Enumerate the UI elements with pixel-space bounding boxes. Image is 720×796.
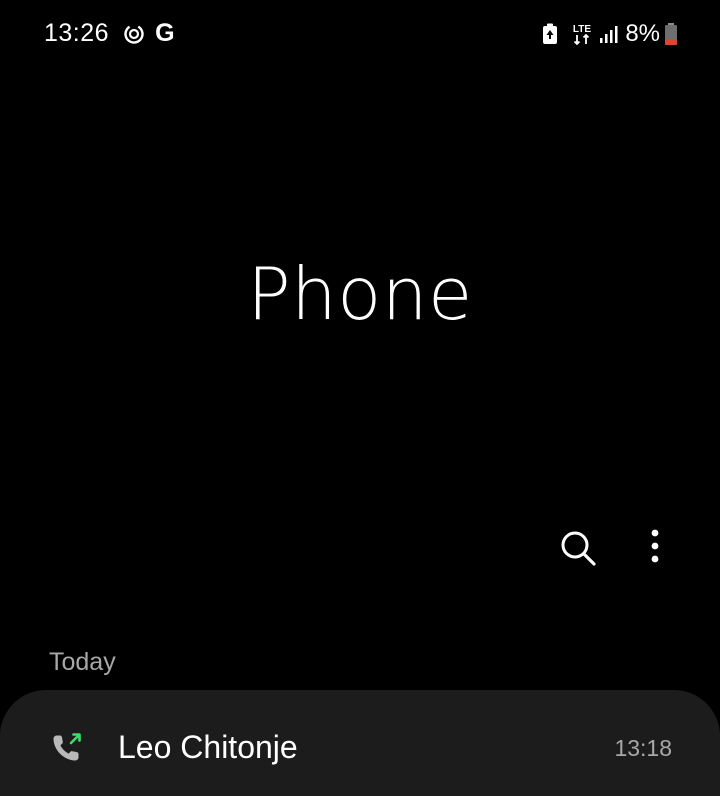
lte-label: LTE bbox=[573, 24, 591, 35]
lte-icon: LTE bbox=[571, 22, 593, 46]
more-options-button[interactable] bbox=[632, 524, 680, 572]
section-header-today: Today bbox=[49, 648, 116, 676]
battery-saver-icon bbox=[541, 23, 559, 45]
battery-icon bbox=[664, 22, 678, 46]
outgoing-call-icon bbox=[50, 730, 84, 764]
status-bar-left: 13:26 G bbox=[44, 19, 175, 48]
google-icon: G bbox=[155, 19, 175, 47]
call-log-item[interactable]: Leo Chitonje 13:18 bbox=[0, 690, 720, 796]
data-saver-icon bbox=[123, 23, 145, 45]
call-time: 13:18 bbox=[614, 735, 672, 761]
signal-icon bbox=[599, 24, 619, 44]
phone-screen: 13:26 G LTE 8% Phone Today Leo Chitonje … bbox=[0, 0, 720, 796]
battery-percent: 8% bbox=[625, 20, 660, 47]
more-options-icon bbox=[651, 529, 659, 563]
app-title: Phone bbox=[247, 252, 473, 336]
status-time: 13:26 bbox=[44, 19, 110, 47]
search-icon bbox=[561, 531, 596, 566]
status-bar: 13:26 G LTE 8% bbox=[0, 0, 720, 68]
contact-name: Leo Chitonje bbox=[118, 729, 298, 765]
search-button[interactable] bbox=[554, 524, 602, 572]
call-log-list: Leo Chitonje 13:18 bbox=[0, 690, 720, 796]
status-bar-right: LTE 8% bbox=[541, 20, 678, 48]
